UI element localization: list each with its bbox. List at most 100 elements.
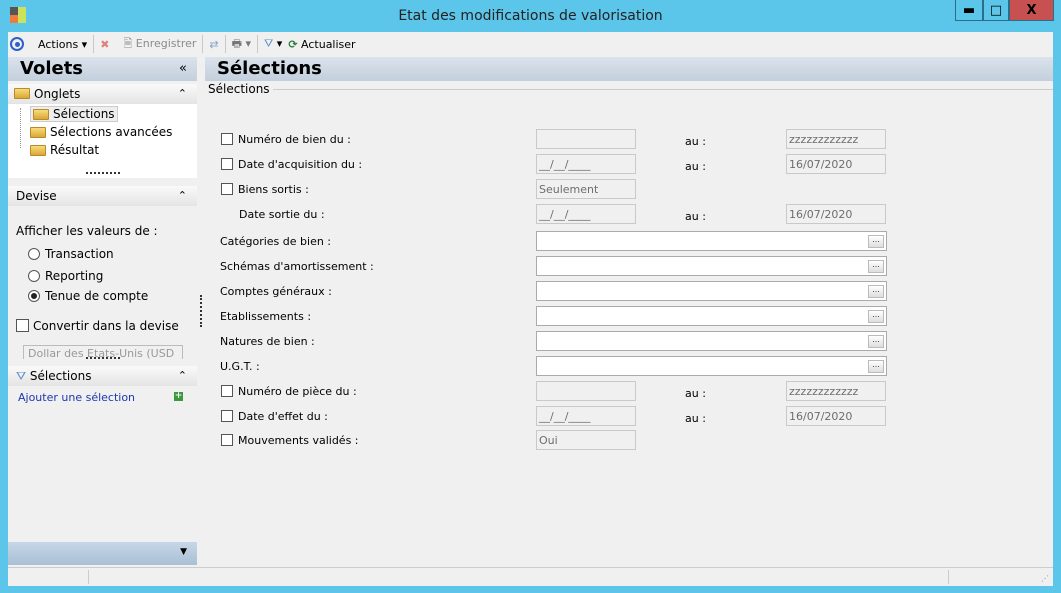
from-input[interactable] bbox=[536, 129, 636, 149]
delete-icon[interactable]: ✖ bbox=[100, 38, 109, 51]
selection-input[interactable]: ... bbox=[536, 256, 887, 276]
convert-checkbox[interactable]: Convertir dans la devise bbox=[16, 319, 179, 333]
from-input[interactable]: Seulement bbox=[536, 179, 636, 199]
radio-reporting[interactable]: Reporting bbox=[28, 269, 103, 283]
devise-header[interactable]: Devise ⌃ bbox=[8, 186, 197, 206]
target-icon[interactable] bbox=[10, 37, 24, 51]
field-label[interactable]: Date d'effet du : bbox=[221, 410, 328, 423]
actions-label: Actions bbox=[38, 37, 79, 51]
radio-transaction[interactable]: Transaction bbox=[28, 247, 114, 261]
from-input[interactable]: Oui bbox=[536, 430, 636, 450]
convert-label: Convertir dans la devise bbox=[33, 319, 179, 333]
to-input[interactable]: 16/07/2020 bbox=[786, 154, 886, 174]
group-border bbox=[208, 89, 1053, 90]
collapse-panel-button[interactable]: « bbox=[179, 57, 187, 81]
checkbox[interactable] bbox=[221, 434, 233, 446]
tree-item-resultat[interactable]: Résultat bbox=[30, 143, 99, 157]
browse-button[interactable]: ... bbox=[868, 260, 884, 273]
chevron-up-icon[interactable]: ⌃ bbox=[178, 186, 187, 206]
browse-button[interactable]: ... bbox=[868, 235, 884, 248]
resize-grip-icon[interactable]: ⋰ bbox=[1041, 574, 1049, 583]
refresh-button[interactable]: ⟳ Actualiser bbox=[288, 38, 355, 51]
label-text: U.G.T. : bbox=[220, 360, 260, 373]
filter-icon: ⛛ bbox=[16, 369, 30, 383]
label-text: Comptes généraux : bbox=[220, 285, 332, 298]
separator bbox=[93, 35, 95, 53]
minimize-button[interactable]: ▬ bbox=[955, 0, 983, 21]
browse-button[interactable]: ... bbox=[868, 360, 884, 373]
label-text: Numéro de pièce du : bbox=[238, 385, 357, 398]
toolbar: Actions ▾ ✖ 🗎 Enregistrer ⇄ 🖶 ▾ ⛛ ▾ ⟳ Ac… bbox=[8, 32, 1053, 56]
window-title: Etat des modifications de valorisation bbox=[398, 8, 663, 24]
from-input[interactable]: __/__/____ bbox=[536, 406, 636, 426]
chevron-up-icon[interactable]: ⌃ bbox=[178, 366, 187, 386]
to-input[interactable]: 16/07/2020 bbox=[786, 204, 886, 224]
folder-icon bbox=[14, 88, 30, 99]
to-input[interactable]: 16/07/2020 bbox=[786, 406, 886, 426]
checkbox[interactable] bbox=[221, 133, 233, 145]
to-label: au : bbox=[685, 210, 706, 223]
tree-item-selections[interactable]: Sélections bbox=[30, 106, 118, 122]
label-text: Date d'effet du : bbox=[238, 410, 328, 423]
checkbox[interactable] bbox=[16, 319, 29, 332]
selection-input[interactable]: ... bbox=[536, 231, 887, 251]
checkbox[interactable] bbox=[221, 183, 233, 195]
field-label[interactable]: Numéro de pièce du : bbox=[221, 385, 357, 398]
field-label[interactable]: Biens sortis : bbox=[221, 183, 309, 196]
browse-button[interactable]: ... bbox=[868, 335, 884, 348]
onglets-header[interactable]: Onglets ⌃ bbox=[8, 84, 197, 104]
main-panel: Sélections Sélections Numéro de bien du … bbox=[205, 57, 1053, 567]
radio-button[interactable] bbox=[28, 248, 40, 260]
field-label[interactable]: Numéro de bien du : bbox=[221, 133, 351, 146]
side-panel: Volets « Onglets ⌃ Sélections Sélections a… bbox=[8, 57, 202, 567]
browse-button[interactable]: ... bbox=[868, 285, 884, 298]
radio-button[interactable] bbox=[28, 290, 40, 302]
to-input[interactable]: zzzzzzzzzzzz bbox=[786, 129, 886, 149]
selection-input[interactable]: ... bbox=[536, 306, 887, 326]
field-label[interactable]: Mouvements validés : bbox=[221, 434, 359, 447]
actions-menu[interactable]: Actions ▾ bbox=[38, 38, 87, 51]
selection-input[interactable]: ... bbox=[536, 331, 887, 351]
add-icon[interactable]: + bbox=[174, 392, 183, 401]
from-input[interactable]: __/__/____ bbox=[536, 204, 636, 224]
splitter-grip[interactable] bbox=[86, 357, 120, 359]
splitter-grip[interactable] bbox=[86, 172, 120, 174]
sync-icon[interactable]: ⇄ bbox=[209, 38, 218, 51]
devise-title: Devise bbox=[16, 189, 57, 203]
filter-icon[interactable]: ⛛ ▾ bbox=[264, 37, 282, 51]
chevron-down-icon[interactable]: ▼ bbox=[180, 547, 187, 557]
to-input[interactable]: zzzzzzzzzzzz bbox=[786, 381, 886, 401]
print-icon[interactable]: 🖶 ▾ bbox=[232, 35, 251, 54]
folder-icon bbox=[30, 144, 46, 156]
to-label: au : bbox=[685, 387, 706, 400]
selection-input[interactable]: ... bbox=[536, 356, 887, 376]
client-area: Actions ▾ ✖ 🗎 Enregistrer ⇄ 🖶 ▾ ⛛ ▾ ⟳ Ac… bbox=[8, 32, 1053, 586]
field-label: U.G.T. : bbox=[220, 360, 260, 373]
tree-item-selections-avancees[interactable]: Sélections avancées bbox=[30, 125, 172, 139]
radio-tenue-de-compte[interactable]: Tenue de compte bbox=[28, 289, 148, 303]
maximize-button[interactable]: □ bbox=[983, 0, 1009, 21]
selections-header[interactable]: ⛛ Sélections ⌃ bbox=[8, 366, 197, 386]
checkbox[interactable] bbox=[221, 385, 233, 397]
from-input[interactable] bbox=[536, 381, 636, 401]
selection-input[interactable]: ... bbox=[536, 281, 887, 301]
checkbox[interactable] bbox=[221, 410, 233, 422]
separator bbox=[224, 35, 226, 53]
label-text: Numéro de bien du : bbox=[238, 133, 351, 146]
radio-button[interactable] bbox=[28, 270, 40, 282]
checkbox[interactable] bbox=[221, 158, 233, 170]
splitter-grip[interactable] bbox=[200, 295, 202, 327]
browse-button[interactable]: ... bbox=[868, 310, 884, 323]
field-label: Catégories de bien : bbox=[220, 235, 331, 248]
field-label[interactable]: Date d'acquisition du : bbox=[221, 158, 362, 171]
add-selection-link[interactable]: Ajouter une sélection bbox=[18, 391, 135, 404]
status-bar: ⋰ bbox=[8, 567, 1053, 586]
close-button[interactable]: X bbox=[1009, 0, 1054, 21]
chevron-up-icon[interactable]: ⌃ bbox=[178, 84, 187, 104]
save-button[interactable]: 🗎 Enregistrer bbox=[123, 35, 196, 54]
field-label: Date sortie du : bbox=[239, 208, 325, 221]
panel-title: Volets bbox=[20, 58, 84, 79]
tabs-tree: Sélections Sélections avancées Résultat bbox=[8, 104, 197, 178]
separator bbox=[202, 35, 204, 53]
from-input[interactable]: __/__/____ bbox=[536, 154, 636, 174]
